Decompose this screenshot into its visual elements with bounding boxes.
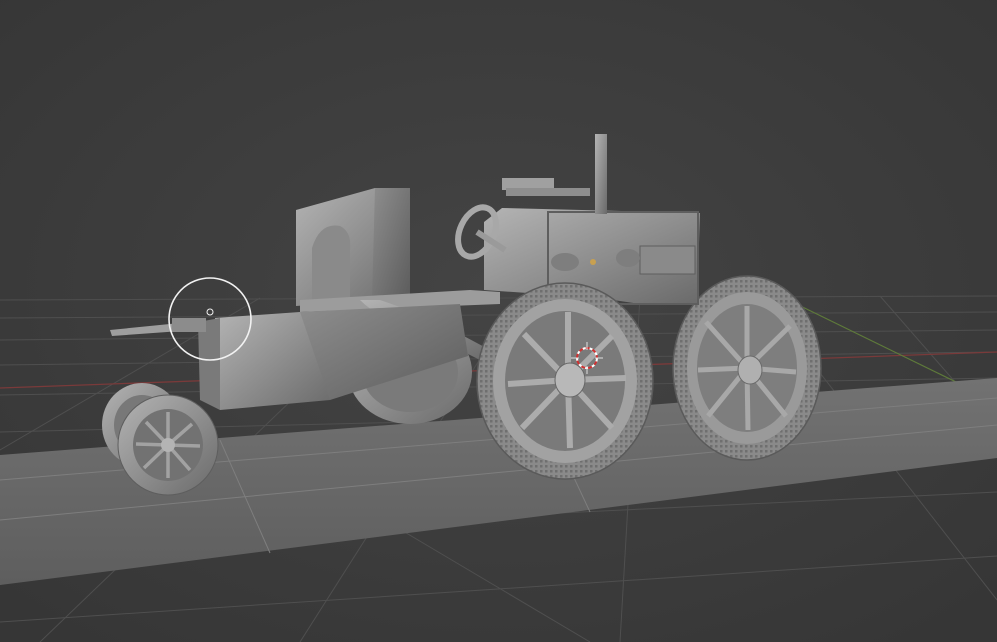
cab-seat-recess: [312, 225, 351, 300]
front-coupler[interactable]: [172, 318, 206, 332]
rear-left-wheel[interactable]: [476, 282, 654, 480]
battery-box[interactable]: [639, 245, 696, 275]
lever-bar[interactable]: [506, 188, 590, 196]
viewport-scene[interactable]: [0, 0, 997, 642]
exhaust-stack[interactable]: [595, 134, 607, 214]
cab-side: [372, 188, 410, 300]
3d-viewport[interactable]: [0, 0, 997, 642]
front-wheel-right[interactable]: [117, 394, 219, 496]
engine-marker: [590, 259, 596, 265]
